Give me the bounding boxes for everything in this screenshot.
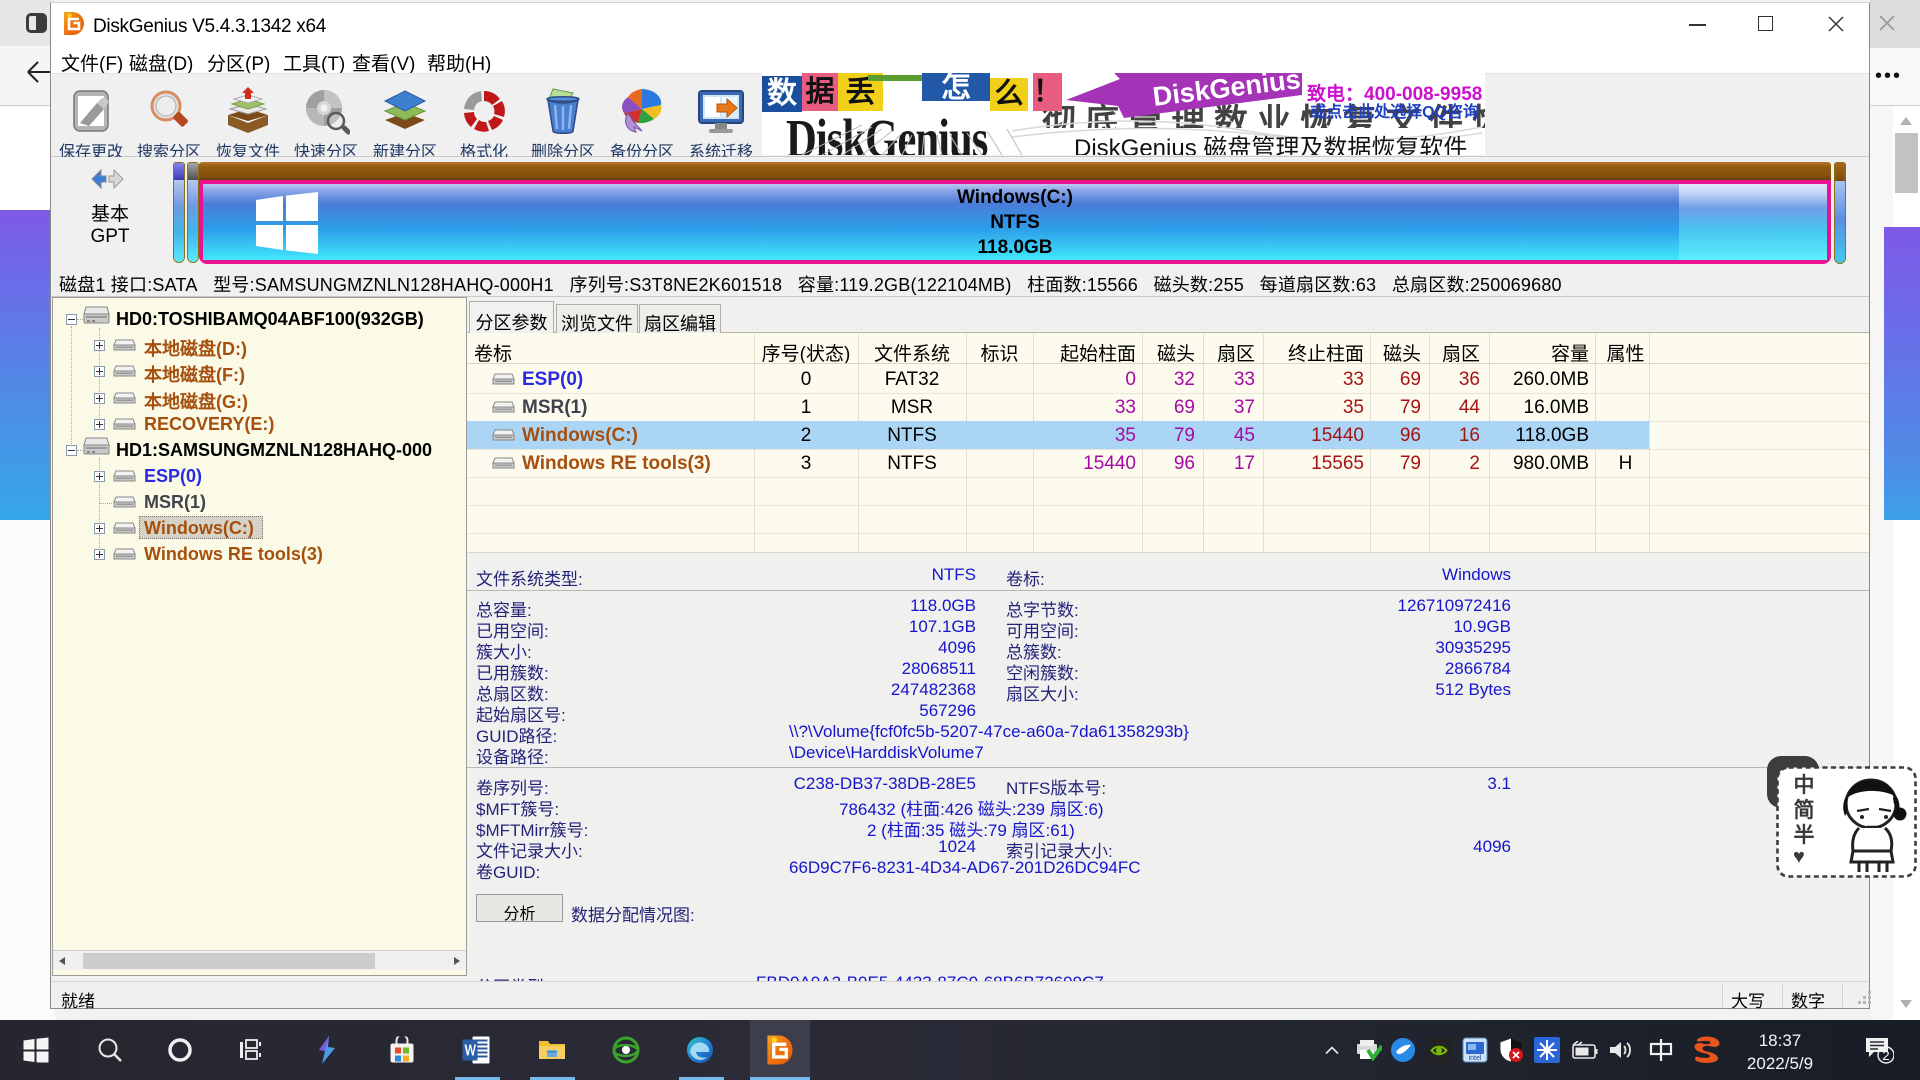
- svg-text:intel: intel: [1469, 1055, 1482, 1062]
- svg-text:DiskGenius: DiskGenius: [1151, 73, 1302, 112]
- svg-text:2: 2: [1882, 1048, 1889, 1063]
